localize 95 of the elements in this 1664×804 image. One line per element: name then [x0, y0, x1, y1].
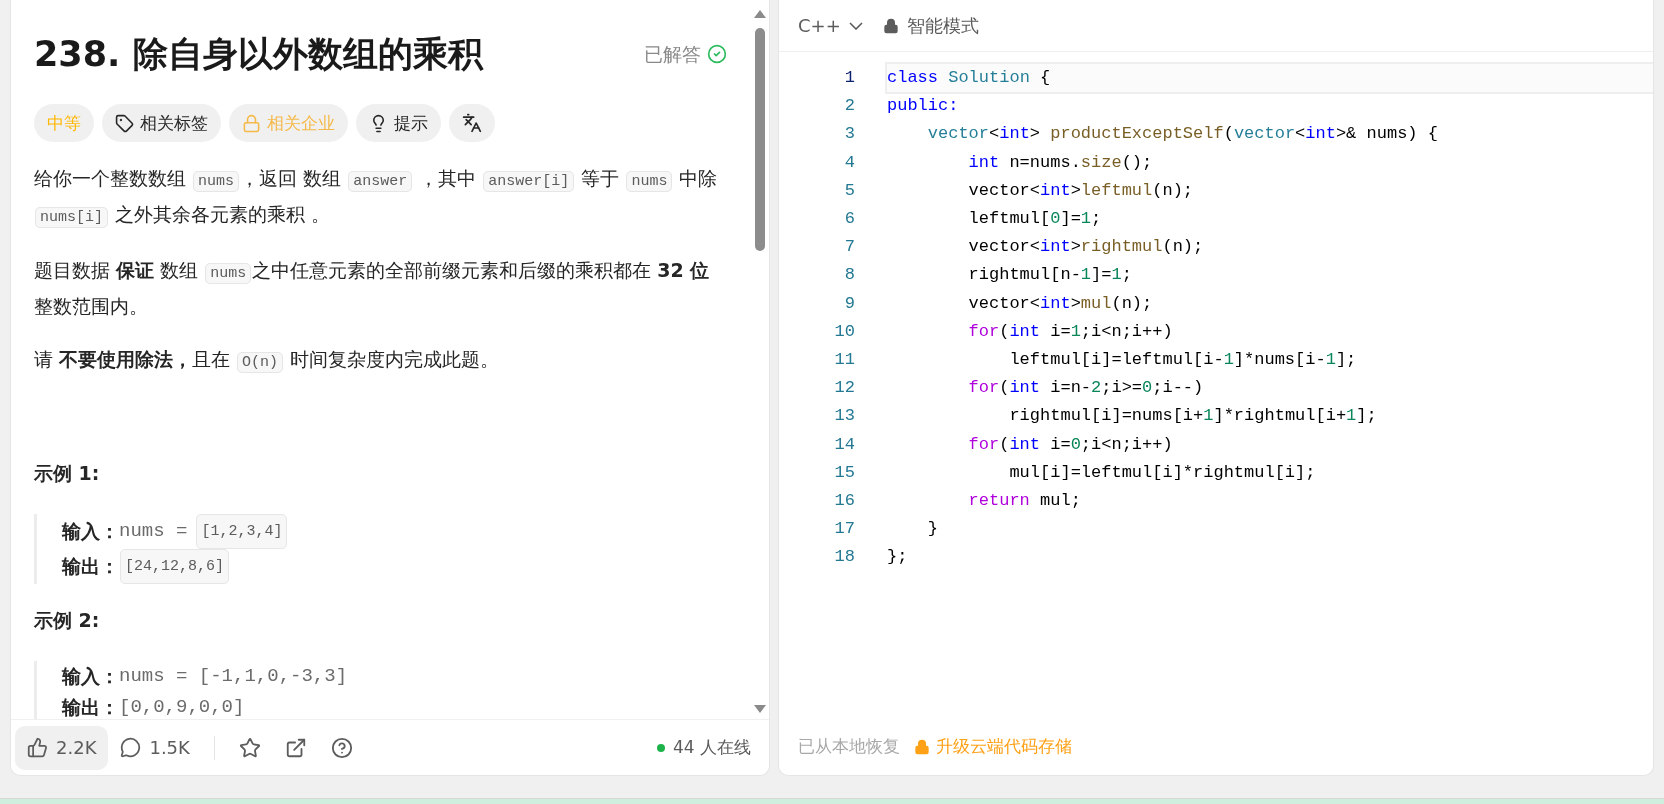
- hint-button[interactable]: 提示: [356, 104, 441, 142]
- description-text: 整数范围内。: [34, 295, 148, 317]
- description-text: 数组: [159, 259, 200, 281]
- language-selector[interactable]: C++: [798, 12, 863, 39]
- scrollbar-thumb[interactable]: [755, 28, 765, 251]
- comment-icon: [120, 737, 142, 758]
- code-line: vector<int> productExceptSelf(vector<int>& nums) {: [926, 123, 1439, 146]
- code-line: };: [887, 546, 909, 569]
- translate-button[interactable]: [449, 104, 495, 142]
- line-number: 9: [844, 292, 855, 315]
- line-number: 7: [844, 236, 855, 259]
- line-number: 1: [844, 67, 855, 89]
- line-number: 8: [844, 264, 855, 287]
- mode-button[interactable]: 智能模式: [882, 12, 979, 39]
- code-line: }: [926, 518, 939, 541]
- lock-icon: [242, 113, 261, 133]
- inline-code: [24,12,8,6]: [120, 549, 230, 584]
- code-line: for(int i=0;i<n;i++): [967, 433, 1174, 456]
- restore-status: 已从本地恢复: [798, 735, 900, 759]
- example-value: [0,0,9,0,0]: [119, 695, 245, 719]
- translate-icon: [462, 113, 482, 133]
- thumbs-up-icon: [27, 737, 48, 758]
- line-number: 3: [844, 123, 855, 146]
- description-text: 且在: [192, 348, 232, 370]
- code-line: for(int i=1;i<n;i++): [967, 320, 1174, 343]
- code-line: int n=nums.size();: [967, 151, 1154, 174]
- inline-code: O(n): [237, 352, 284, 373]
- inline-code: nums[i]: [35, 207, 108, 228]
- example-title: 示例 2:: [34, 608, 101, 633]
- online-count: 44 人在线: [672, 735, 751, 759]
- star-icon: [238, 736, 261, 759]
- description-text: 给你一个整数数组: [34, 167, 187, 189]
- line-number: 14: [834, 433, 855, 456]
- example-label: 输出：: [62, 695, 119, 719]
- code-line: mul[i]=leftmul[i]*rightmul[i];: [1008, 461, 1317, 484]
- tag-icon: [115, 113, 134, 133]
- line-number: 6: [844, 208, 855, 230]
- scroll-up-icon[interactable]: [754, 10, 766, 18]
- description-text: ，返回 数组: [240, 167, 343, 189]
- description-text: 题目数据: [34, 259, 111, 281]
- description-text: 之外其余各元素的乘积 。: [114, 203, 331, 225]
- inline-code: answer[i]: [483, 171, 575, 192]
- line-number: 11: [834, 349, 855, 372]
- example-value: nums =: [119, 519, 188, 544]
- bold-text: 不要使用除法，: [59, 348, 193, 370]
- lock-icon: [882, 17, 899, 34]
- description-text: 之中任意元素的全部前缀元素和后缀的乘积都在: [252, 259, 653, 281]
- example-title: 示例 1:: [34, 461, 101, 486]
- problem-title: 238. 除自身以外数组的乘积: [34, 33, 483, 76]
- inline-code: nums: [626, 171, 673, 192]
- code-line: public:: [887, 95, 960, 118]
- description-text: 中除: [678, 167, 718, 189]
- example-label: 输入：: [62, 519, 119, 544]
- line-number: 5: [844, 179, 855, 202]
- example-label: 输入：: [62, 664, 119, 689]
- line-number: 16: [834, 490, 855, 513]
- code-line: rightmul[i]=nums[i+1]*rightmul[i+1];: [1008, 405, 1378, 428]
- line-number: 18: [834, 546, 855, 569]
- scroll-down-icon[interactable]: [754, 705, 766, 713]
- code-line: leftmul[i]=leftmul[i-1]*nums[i-1];: [1008, 349, 1358, 372]
- description-text: 请: [34, 348, 54, 370]
- chevron-down-icon: [848, 21, 863, 30]
- inline-code: nums: [205, 263, 252, 284]
- description-text: 时间复杂度内完成此题。: [289, 348, 500, 370]
- line-number: 2: [844, 95, 855, 118]
- code-line: vector<int>mul(n);: [967, 292, 1154, 315]
- like-button[interactable]: 2.2K: [15, 725, 109, 770]
- line-number: 4: [844, 151, 855, 174]
- bold-text: 32 位: [657, 259, 710, 281]
- line-number: 12: [834, 377, 855, 400]
- help-icon: [330, 736, 353, 759]
- comments-button[interactable]: 1.5K: [108, 725, 202, 770]
- lock-icon: [914, 739, 930, 755]
- example-value: nums = [-1,1,0,-3,3]: [119, 664, 348, 689]
- difficulty-label: 中等: [34, 104, 94, 142]
- description-text: ，其中: [418, 167, 478, 189]
- bold-text: 保证: [116, 259, 155, 281]
- line-number: 17: [834, 518, 855, 541]
- solved-status: 已解答: [644, 41, 701, 67]
- example-label: 输出：: [62, 554, 119, 579]
- code-line: vector<int>leftmul(n);: [967, 179, 1195, 202]
- topics-button[interactable]: 相关标签: [102, 104, 221, 142]
- line-number: 10: [834, 320, 855, 343]
- code-line: for(int i=n-2;i>=0;i--): [967, 377, 1205, 400]
- code-line: leftmul[0]=1;: [967, 208, 1103, 230]
- code-line: return mul;: [967, 490, 1082, 513]
- line-number: 13: [834, 405, 855, 428]
- inline-code: [1,2,3,4]: [196, 514, 288, 549]
- line-number: 15: [834, 461, 855, 484]
- share-icon: [284, 736, 307, 759]
- code-line: rightmul[n-1]=1;: [967, 264, 1133, 287]
- inline-code: nums: [193, 171, 240, 192]
- inline-code: answer: [348, 171, 413, 192]
- code-line: vector<int>rightmul(n);: [967, 236, 1205, 259]
- description-text: 等于: [580, 167, 621, 189]
